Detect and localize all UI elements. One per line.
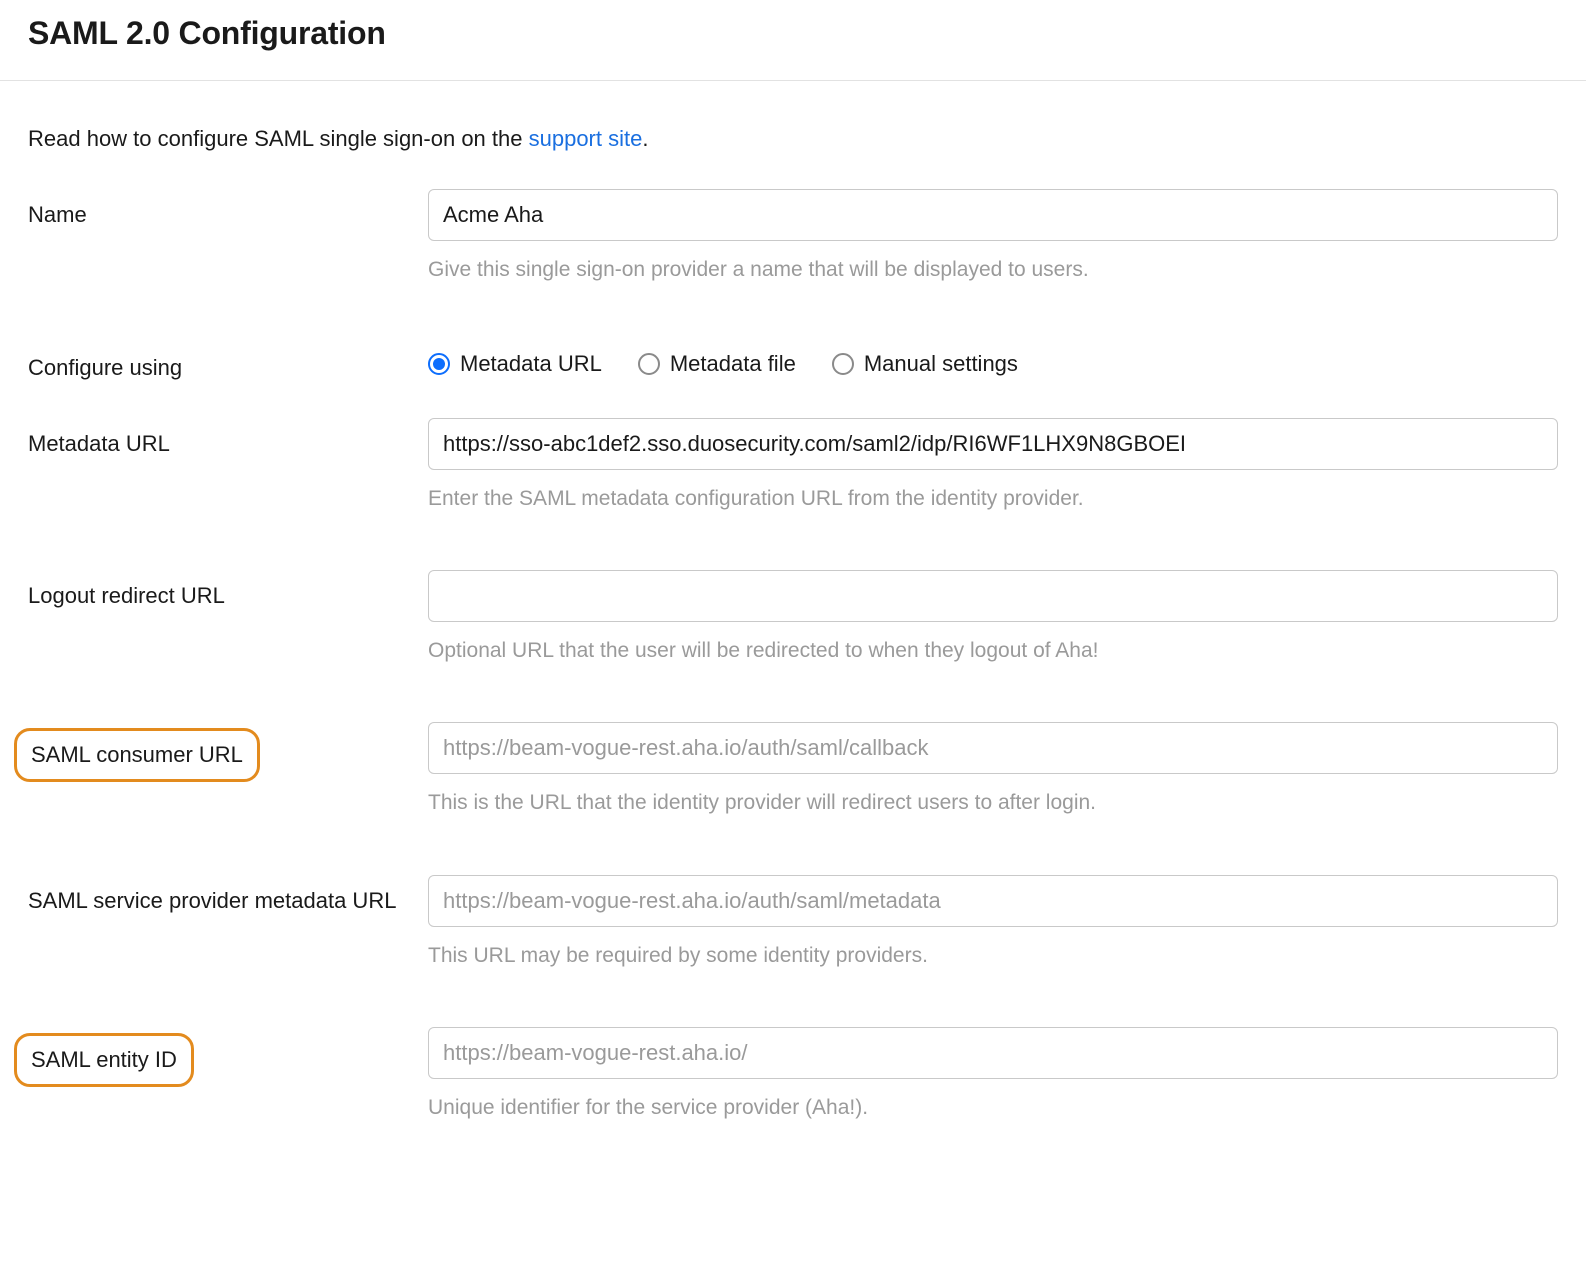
radio-icon: [428, 353, 450, 375]
help-name: Give this single sign-on provider a name…: [428, 255, 1558, 285]
intro-suffix: .: [642, 126, 648, 151]
page-title: SAML 2.0 Configuration: [28, 10, 1586, 56]
section-divider: [0, 80, 1586, 81]
logout-redirect-url-input[interactable]: [428, 570, 1558, 622]
radio-icon: [832, 353, 854, 375]
label-name: Name: [28, 189, 428, 231]
radio-label: Metadata file: [670, 348, 796, 380]
label-saml-entity-id: SAML entity ID: [14, 1033, 194, 1087]
label-saml-consumer-url: SAML consumer URL: [14, 728, 260, 782]
intro-prefix: Read how to configure SAML single sign-o…: [28, 126, 529, 151]
saml-entity-id-input[interactable]: [428, 1027, 1558, 1079]
row-saml-entity-id: SAML entity ID Unique identifier for the…: [28, 1027, 1558, 1123]
radio-manual-settings[interactable]: Manual settings: [832, 348, 1018, 380]
row-metadata-url: Metadata URL Enter the SAML metadata con…: [28, 418, 1558, 514]
row-configure-using: Configure using Metadata URL Metadata fi…: [28, 342, 1558, 384]
help-saml-sp-metadata-url: This URL may be required by some identit…: [428, 941, 1558, 971]
configure-using-radio-group: Metadata URL Metadata file Manual settin…: [428, 342, 1558, 380]
support-site-link[interactable]: support site: [529, 126, 643, 151]
intro-text: Read how to configure SAML single sign-o…: [28, 123, 1586, 155]
row-name: Name Give this single sign-on provider a…: [28, 189, 1558, 285]
radio-icon: [638, 353, 660, 375]
row-logout-redirect-url: Logout redirect URL Optional URL that th…: [28, 570, 1558, 666]
metadata-url-input[interactable]: [428, 418, 1558, 470]
saml-sp-metadata-url-input[interactable]: [428, 875, 1558, 927]
row-saml-sp-metadata-url: SAML service provider metadata URL This …: [28, 875, 1558, 971]
label-saml-sp-metadata-url: SAML service provider metadata URL: [28, 875, 428, 917]
help-logout-redirect-url: Optional URL that the user will be redir…: [428, 636, 1558, 666]
label-metadata-url: Metadata URL: [28, 418, 428, 460]
name-input[interactable]: [428, 189, 1558, 241]
help-saml-consumer-url: This is the URL that the identity provid…: [428, 788, 1558, 818]
label-configure-using: Configure using: [28, 342, 428, 384]
label-logout-redirect-url: Logout redirect URL: [28, 570, 428, 612]
row-saml-consumer-url: SAML consumer URL This is the URL that t…: [28, 722, 1558, 818]
saml-consumer-url-input[interactable]: [428, 722, 1558, 774]
radio-metadata-url[interactable]: Metadata URL: [428, 348, 602, 380]
radio-label: Manual settings: [864, 348, 1018, 380]
radio-metadata-file[interactable]: Metadata file: [638, 348, 796, 380]
radio-label: Metadata URL: [460, 348, 602, 380]
help-metadata-url: Enter the SAML metadata configuration UR…: [428, 484, 1558, 514]
help-saml-entity-id: Unique identifier for the service provid…: [428, 1093, 1558, 1123]
